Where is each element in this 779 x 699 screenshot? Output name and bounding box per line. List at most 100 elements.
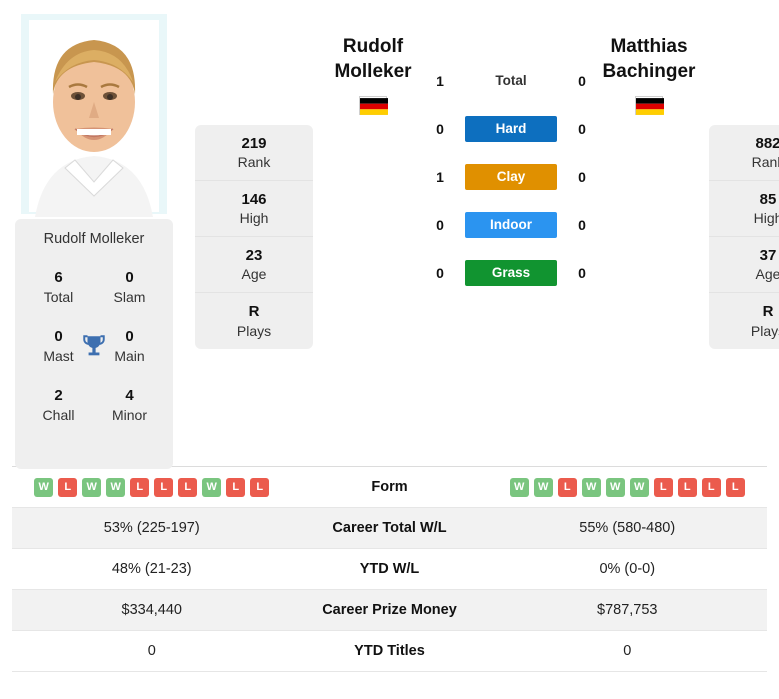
form-badge-w[interactable]: W	[202, 477, 222, 497]
form-badge-l[interactable]: L	[58, 477, 78, 497]
h2h-row-grass: 0 Grass 0	[433, 260, 589, 286]
h2h-row-clay: 1 Clay 0	[433, 164, 589, 190]
left-stat-age-value: 23	[245, 246, 263, 264]
left-title-minor-value: 4	[125, 386, 134, 404]
left-stat-plays-value: R	[248, 303, 260, 321]
left-title-total: 6 Total	[23, 269, 94, 306]
h2h-row-indoor: 0 Indoor 0	[433, 212, 589, 238]
left-title-total-value: 6	[54, 269, 63, 286]
h2h-grass-left-score: 0	[436, 265, 444, 281]
right-stat-rank-label: Rank	[751, 154, 779, 171]
form-badge-w[interactable]: W	[629, 477, 649, 497]
head-to-head-surfaces: 1 Total 0 0 Hard 0 1 Clay 0 0 Indoor 0 0…	[433, 10, 589, 286]
trophy-icon	[81, 333, 107, 359]
right-career-total-wl: 55% (580-480)	[579, 520, 676, 536]
form-badge-w[interactable]: W	[82, 477, 102, 497]
right-ytd-wl: 0% (0-0)	[599, 561, 656, 577]
right-form-cell: WWLWWWLLLL	[488, 477, 768, 497]
h2h-clay-label[interactable]: Clay	[465, 164, 557, 190]
table-row: $334,440 Career Prize Money $787,753	[12, 590, 767, 631]
h2h-total-right-score: 0	[578, 73, 586, 89]
h2h-hard-label[interactable]: Hard	[465, 116, 557, 142]
left-form-strip: WLWWLLLWLL	[34, 477, 270, 497]
left-titles-card: Rudolf Molleker 6 Total 0 Slam 0 Mast 0 …	[15, 219, 173, 469]
h2h-row-total: 1 Total 0	[433, 68, 589, 94]
left-title-chall: 2 Chall	[23, 387, 94, 424]
table-row: WLWWLLLWLL Form WWLWWWLLLL	[12, 467, 767, 508]
right-stat-column: 882 Rank 85 High 37 Age R Plays	[709, 125, 779, 349]
h2h-total-label[interactable]: Total	[465, 68, 557, 94]
right-stat-plays-label: Plays	[750, 322, 779, 339]
form-badge-w[interactable]: W	[605, 477, 625, 497]
left-stat-column: 219 Rank 146 High 23 Age R Plays	[195, 125, 313, 349]
left-stat-high-label: High	[239, 210, 269, 227]
form-badge-l[interactable]: L	[701, 477, 721, 497]
right-stat-age-value: 37	[759, 246, 777, 264]
h2h-grass-label[interactable]: Grass	[465, 260, 557, 286]
form-badge-w[interactable]: W	[533, 477, 553, 497]
row-label-form: Form	[371, 479, 408, 495]
form-badge-l[interactable]: L	[557, 477, 577, 497]
left-title-chall-label: Chall	[42, 406, 75, 423]
left-stat-age: 23 Age	[195, 237, 313, 293]
row-label-career-total-wl: Career Total W/L	[332, 520, 447, 536]
left-player-column: Rudolf Molleker 6 Total 0 Slam 0 Mast 0 …	[15, 10, 173, 469]
left-player-name[interactable]: Rudolf Molleker	[313, 34, 433, 84]
left-ytd-titles: 0	[147, 643, 156, 659]
left-form-cell: WLWWLLLWLL	[12, 477, 292, 497]
form-badge-l[interactable]: L	[130, 477, 150, 497]
h2h-clay-right-score: 0	[578, 169, 586, 185]
h2h-indoor-label[interactable]: Indoor	[465, 212, 557, 238]
form-badge-w[interactable]: W	[509, 477, 529, 497]
right-stat-age: 37 Age	[709, 237, 779, 293]
left-player-photo[interactable]	[15, 10, 173, 217]
right-player-lastname: Bachinger	[602, 61, 696, 83]
form-badge-l[interactable]: L	[725, 477, 745, 497]
form-badge-l[interactable]: L	[154, 477, 174, 497]
right-player-firstname: Matthias	[610, 36, 688, 57]
h2h-indoor-right-score: 0	[578, 217, 586, 233]
form-badge-w[interactable]: W	[34, 477, 54, 497]
row-label-career-prize-money: Career Prize Money	[322, 602, 457, 618]
right-stat-rank-value: 882	[755, 134, 779, 152]
right-stat-plays: R Plays	[709, 293, 779, 349]
h2h-hard-left-score: 0	[436, 121, 444, 137]
form-badge-w[interactable]: W	[106, 477, 126, 497]
form-badge-w[interactable]: W	[581, 477, 601, 497]
left-career-total-wl: 53% (225-197)	[103, 520, 200, 536]
h2h-total-left-score: 1	[436, 73, 444, 89]
table-row: 0 YTD Titles 0	[12, 631, 767, 672]
right-career-prize-money: $787,753	[597, 602, 658, 618]
left-career-prize-money: $334,440	[121, 602, 182, 618]
row-label-ytd-titles: YTD Titles	[354, 643, 425, 659]
h2h-grass-right-score: 0	[578, 265, 586, 281]
right-stat-age-label: Age	[755, 266, 779, 283]
left-stat-high-value: 146	[241, 190, 267, 208]
form-badge-l[interactable]: L	[677, 477, 697, 497]
left-player-lastname: Molleker	[334, 61, 412, 83]
left-stat-high: 146 High	[195, 181, 313, 237]
right-ytd-titles: 0	[623, 643, 632, 659]
left-player-name-block: Rudolf Molleker	[313, 10, 433, 116]
left-stat-rank-label: Rank	[237, 154, 271, 171]
left-stat-plays: R Plays	[195, 293, 313, 349]
left-title-slam-label: Slam	[113, 288, 146, 305]
form-badge-l[interactable]: L	[226, 477, 246, 497]
left-country-flag-icon	[359, 96, 388, 116]
row-label-ytd-wl: YTD W/L	[359, 561, 420, 577]
form-badge-l[interactable]: L	[250, 477, 270, 497]
right-player-name-block: Matthias Bachinger	[589, 10, 709, 116]
left-titles-player-name: Rudolf Molleker	[43, 231, 145, 247]
left-player-firstname: Rudolf	[342, 36, 404, 57]
form-badge-l[interactable]: L	[178, 477, 198, 497]
right-form-strip: WWLWWWLLLL	[509, 477, 745, 497]
h2h-clay-left-score: 1	[436, 169, 444, 185]
left-title-chall-value: 2	[54, 386, 63, 404]
right-stat-high: 85 High	[709, 181, 779, 237]
left-stat-plays-label: Plays	[236, 322, 272, 339]
left-stat-rank-value: 219	[241, 134, 267, 152]
right-player-name[interactable]: Matthias Bachinger	[589, 34, 709, 84]
form-badge-l[interactable]: L	[653, 477, 673, 497]
left-titles-grid: 6 Total 0 Slam 0 Mast 0 Main 2 Chall 4 M…	[23, 269, 165, 424]
left-title-slam: 0 Slam	[94, 269, 165, 306]
